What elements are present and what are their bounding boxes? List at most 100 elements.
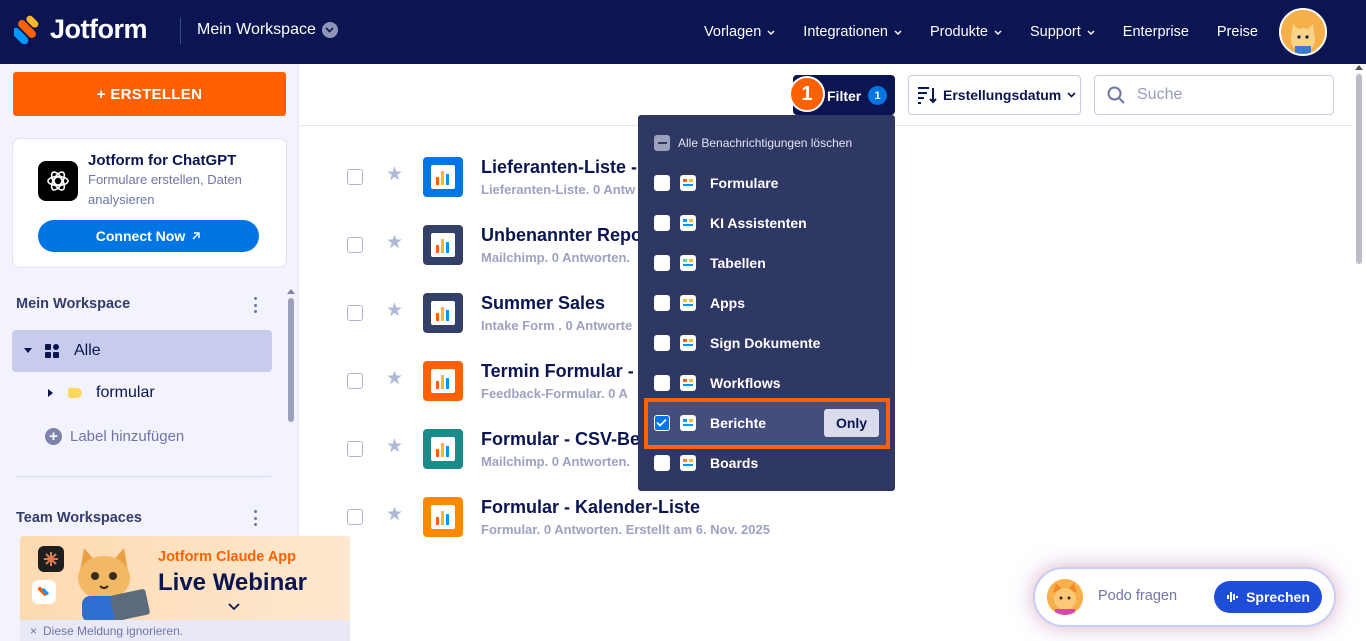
label-tag-icon (68, 388, 82, 398)
sidebar-scrollbar[interactable] (286, 289, 296, 491)
grid-icon (45, 344, 59, 358)
star-icon[interactable]: ★ (386, 231, 403, 254)
nav-produkte[interactable]: Produkte (916, 24, 1016, 40)
filter-option-boards[interactable]: Boards (638, 443, 895, 483)
clear-all-button[interactable]: Alle Benachrichtigungen löschen (654, 135, 852, 151)
filter-option-ki-assistenten[interactable]: KI Assistenten (638, 203, 895, 243)
checkbox[interactable] (654, 255, 670, 271)
chevron-down-icon (767, 30, 775, 35)
form-checkbox[interactable] (347, 373, 363, 389)
checkbox[interactable] (654, 375, 670, 391)
star-icon[interactable]: ★ (386, 435, 403, 458)
audio-wave-icon (1227, 592, 1239, 602)
speak-button[interactable]: Sprechen (1214, 581, 1322, 613)
nav-vorlagen[interactable]: Vorlagen (690, 24, 789, 40)
form-subtitle: Lieferanten-Liste. 0 Antw (481, 182, 636, 197)
checkbox[interactable] (654, 215, 670, 231)
filter-option-label: Berichte (710, 415, 767, 431)
cat-avatar-icon (1281, 10, 1325, 54)
product-icon (680, 335, 696, 351)
report-icon (423, 361, 463, 401)
form-checkbox[interactable] (347, 509, 363, 525)
workspace-switcher[interactable]: Mein Workspace (197, 21, 338, 39)
podo-input[interactable]: Podo fragen (1098, 588, 1177, 604)
star-icon[interactable]: ★ (386, 299, 403, 322)
nav-preise[interactable]: Preise (1203, 24, 1272, 40)
sort-dropdown[interactable]: Erstellungsdatum (908, 75, 1081, 115)
only-button[interactable]: Only (824, 409, 879, 437)
page-scrollbar[interactable] (1352, 64, 1366, 641)
nav-support[interactable]: Support (1016, 24, 1109, 40)
podo-assistant-bar[interactable]: Podo fragen Sprechen (1035, 569, 1334, 625)
form-title[interactable]: Formular - Kalender-Liste (481, 497, 700, 518)
filter-option-formulare[interactable]: Formulare (638, 163, 895, 203)
form-checkbox[interactable] (347, 169, 363, 185)
jotform-logo[interactable]: Jotform (14, 14, 148, 45)
plus-circle-icon: + (45, 428, 62, 445)
filter-option-label: Sign Dokumente (710, 335, 821, 351)
form-checkbox[interactable] (347, 237, 363, 253)
product-icon (680, 455, 696, 471)
report-icon (423, 225, 463, 265)
filter-option-workflows[interactable]: Workflows (638, 363, 895, 403)
page-scroll-thumb[interactable] (1356, 74, 1362, 264)
workspace-more-icon[interactable] (248, 296, 262, 314)
chevron-down-icon (1087, 30, 1095, 35)
filter-option-sign-dokumente[interactable]: Sign Dokumente (638, 323, 895, 363)
filter-count-badge: 1 (868, 86, 887, 105)
sidebar-scroll-thumb[interactable] (288, 298, 294, 422)
filter-option-label: KI Assistenten (710, 215, 807, 231)
checkbox-checked-icon[interactable] (654, 415, 670, 431)
podo-avatar (1047, 579, 1083, 615)
user-avatar[interactable] (1279, 8, 1327, 56)
jotform-app-icon (32, 580, 56, 604)
report-icon (423, 429, 463, 469)
webinar-banner[interactable]: Jotform Claude App Live Webinar × Diese … (20, 536, 350, 641)
checkbox[interactable] (654, 335, 670, 351)
filter-option-label: Boards (710, 455, 759, 471)
search-input[interactable]: Suche (1137, 86, 1182, 104)
form-subtitle: Mailchimp. 0 Antworten. (481, 454, 631, 469)
checkbox[interactable] (654, 175, 670, 191)
connect-now-button[interactable]: Connect Now (38, 220, 259, 252)
nav-enterprise[interactable]: Enterprise (1109, 24, 1203, 40)
sidebar-item-all[interactable]: Alle (12, 330, 272, 372)
form-title[interactable]: Termin Formular - F (481, 361, 650, 382)
checkbox[interactable] (654, 295, 670, 311)
form-checkbox[interactable] (347, 305, 363, 321)
form-title[interactable]: Summer Sales (481, 293, 605, 314)
sidebar-item-formular[interactable]: formular (48, 384, 155, 402)
nav-divider (180, 18, 181, 44)
step-number-badge: 1 (789, 76, 825, 112)
checkbox[interactable] (654, 455, 670, 471)
podo-mascot-image (78, 548, 150, 622)
star-icon[interactable]: ★ (386, 367, 403, 390)
sidebar-item-label: Alle (74, 342, 101, 359)
form-title[interactable]: Lieferanten-Liste - (481, 157, 637, 178)
star-icon[interactable]: ★ (386, 503, 403, 526)
search-field[interactable]: Suche (1094, 75, 1334, 115)
form-checkbox[interactable] (347, 441, 363, 457)
star-icon[interactable]: ★ (386, 163, 403, 186)
filter-option-label: Formulare (710, 175, 779, 191)
nav-label: Produkte (929, 24, 988, 40)
search-icon (1107, 86, 1125, 104)
sidebar-item-label: formular (96, 384, 155, 401)
dismiss-message-button[interactable]: × Diese Meldung ignorieren. (20, 620, 350, 641)
nav-integrationen[interactable]: Integrationen (789, 24, 916, 40)
form-title[interactable]: Formular - CSV-Ber (481, 429, 647, 450)
add-label-button[interactable]: + Label hinzufügen (45, 428, 184, 445)
sort-icon (918, 87, 937, 104)
filter-option-tabellen[interactable]: Tabellen (638, 243, 895, 283)
product-icon (680, 215, 696, 231)
scroll-up-icon (287, 289, 295, 294)
filter-option-label: Workflows (710, 375, 781, 391)
chevron-down-icon[interactable] (228, 603, 240, 611)
nav-label: Support (1030, 24, 1081, 40)
team-more-icon[interactable] (248, 509, 262, 527)
create-button[interactable]: + ERSTELLEN (13, 72, 286, 116)
gpt-card-title: Jotform for ChatGPT (88, 152, 237, 169)
filter-option-apps[interactable]: Apps (638, 283, 895, 323)
form-title[interactable]: Unbenannter Repor (481, 225, 649, 246)
add-label-text: Label hinzufügen (70, 428, 185, 445)
